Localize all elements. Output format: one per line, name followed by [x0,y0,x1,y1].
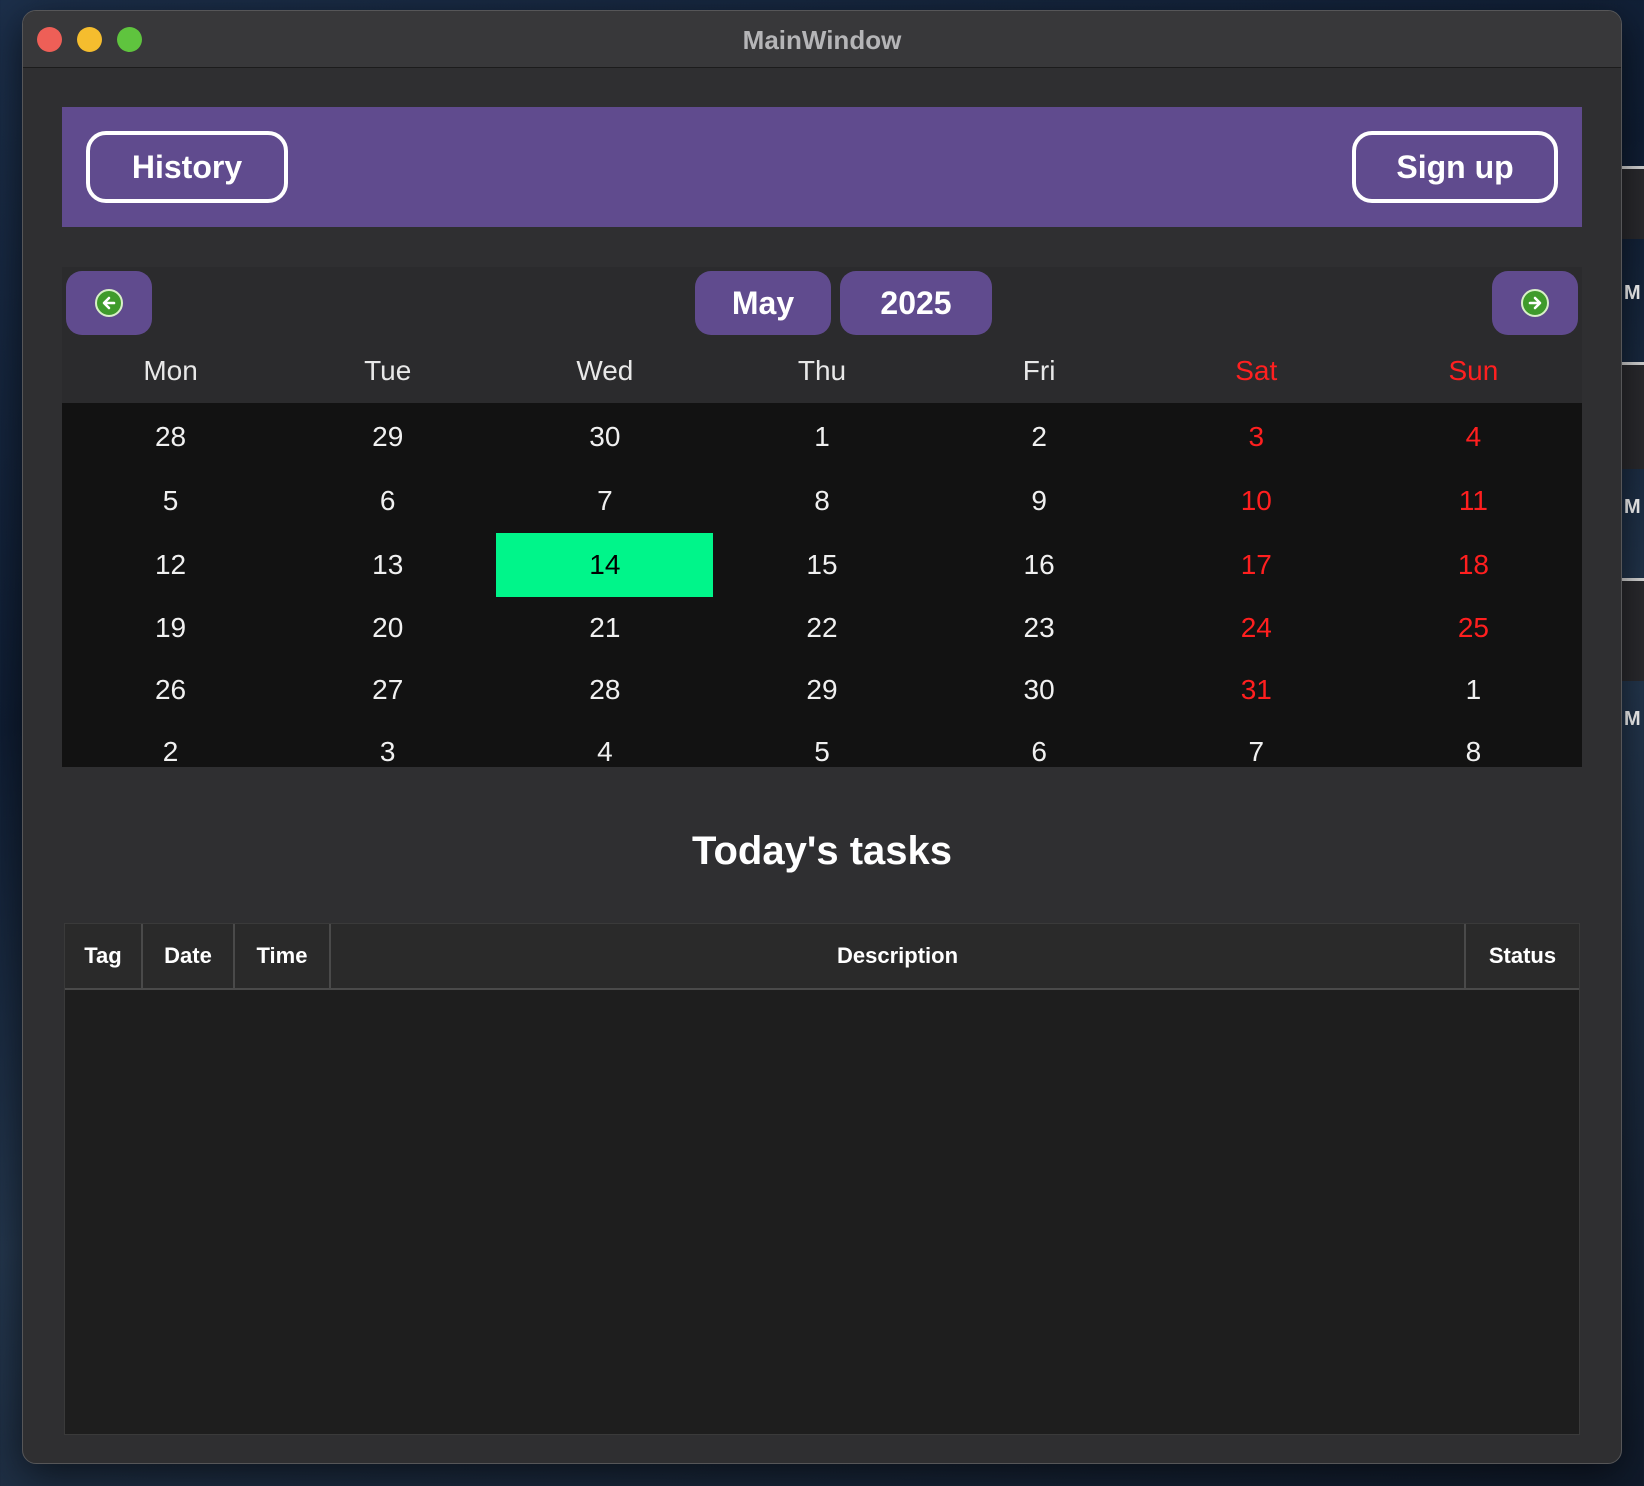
background-text: M [1624,496,1641,518]
calendar-day[interactable]: 3 [1148,405,1365,469]
arrow-left-circle-icon [95,289,123,317]
calendar-day-next-month[interactable]: 5 [713,721,930,783]
calendar-day[interactable]: 9 [931,469,1148,533]
calendar-day[interactable]: 20 [279,597,496,659]
calendar-day[interactable]: 11 [1365,469,1582,533]
calendar-day-next-month[interactable]: 7 [1148,721,1365,783]
weekday-label: Fri [1022,355,1056,386]
arrow-right-circle-icon [1521,289,1549,317]
calendar-day[interactable]: 17 [1148,533,1365,597]
calendar-day[interactable]: 29 [279,405,496,469]
weekday-label: Wed [576,355,634,386]
weekday-label: Tue [364,355,412,386]
background-window-sliver [1620,362,1644,469]
title-bar: MainWindow [23,11,1621,68]
calendar-day-selected[interactable]: 14 [496,533,714,597]
calendar-day[interactable]: 24 [1148,597,1365,659]
sign-up-button[interactable]: Sign up [1352,131,1558,203]
column-header-date[interactable]: Date [143,924,235,988]
history-button[interactable]: History [86,131,288,203]
calendar-day-next-month[interactable]: 4 [496,721,713,783]
tasks-heading: Today's tasks [692,829,952,873]
calendar-day-next-month[interactable]: 2 [62,721,279,783]
main-window: MainWindow History Sign up May 2025 Mon … [22,10,1622,1464]
year-selector[interactable]: 2025 [840,271,992,335]
calendar-day[interactable]: 1 [713,405,930,469]
header-bar: History Sign up [62,107,1582,227]
calendar-day[interactable]: 29 [713,659,930,721]
calendar-day[interactable]: 25 [1365,597,1582,659]
previous-month-button[interactable] [66,271,152,335]
column-header-status[interactable]: Status [1466,924,1579,988]
calendar-day-next-month[interactable]: 8 [1365,721,1582,783]
column-header-time[interactable]: Time [235,924,331,988]
calendar-day[interactable]: 27 [279,659,496,721]
background-text: M [1624,708,1641,730]
calendar-day[interactable]: 6 [279,469,496,533]
tasks-table[interactable]: Tag Date Time Description Status [64,923,1580,1435]
calendar-day[interactable]: 28 [496,659,713,721]
calendar-day[interactable]: 8 [713,469,930,533]
calendar-day[interactable]: 15 [713,533,930,597]
calendar-day[interactable]: 13 [279,533,496,597]
calendar-day[interactable]: 21 [496,597,713,659]
column-header-description[interactable]: Description [331,924,1466,988]
calendar-day[interactable]: 30 [496,405,713,469]
background-text: M [1624,282,1641,304]
calendar-navigation: May 2025 [62,267,1582,339]
background-window-sliver [1620,166,1644,239]
weekday-label: Thu [797,355,847,386]
calendar-day[interactable]: 26 [62,659,279,721]
column-header-tag[interactable]: Tag [65,924,143,988]
background-window-sliver [1620,578,1644,681]
weekday-header: Mon Tue Wed Thu Fri Sat Sun [62,339,1582,403]
calendar-day[interactable]: 28 [62,405,279,469]
calendar-day[interactable]: 7 [496,469,713,533]
calendar-day[interactable]: 22 [713,597,930,659]
calendar-day[interactable]: 31 [1148,659,1365,721]
calendar-day[interactable]: 2 [931,405,1148,469]
weekday-label: Sun [1448,355,1499,386]
calendar-day[interactable]: 5 [62,469,279,533]
tasks-table-header: Tag Date Time Description Status [65,924,1579,990]
calendar-day[interactable]: 4 [1365,405,1582,469]
calendar-day-next-month[interactable]: 3 [279,721,496,783]
calendar-day[interactable]: 16 [931,533,1148,597]
calendar-day[interactable]: 19 [62,597,279,659]
calendar-day[interactable]: 30 [931,659,1148,721]
calendar-day-next-month[interactable]: 1 [1365,659,1582,721]
calendar-days-grid: 28 29 30 1 2 3 4 5 6 7 8 9 10 11 12 13 1… [62,403,1582,767]
window-title: MainWindow [742,25,902,55]
next-month-button[interactable] [1492,271,1578,335]
month-selector[interactable]: May [695,271,831,335]
weekday-label: Mon [143,355,198,386]
calendar-day-next-month[interactable]: 6 [931,721,1148,783]
calendar-day[interactable]: 23 [931,597,1148,659]
calendar-day[interactable]: 18 [1365,533,1582,597]
weekday-label: Sat [1235,355,1278,386]
calendar-day[interactable]: 12 [62,533,279,597]
calendar-day[interactable]: 10 [1148,469,1365,533]
